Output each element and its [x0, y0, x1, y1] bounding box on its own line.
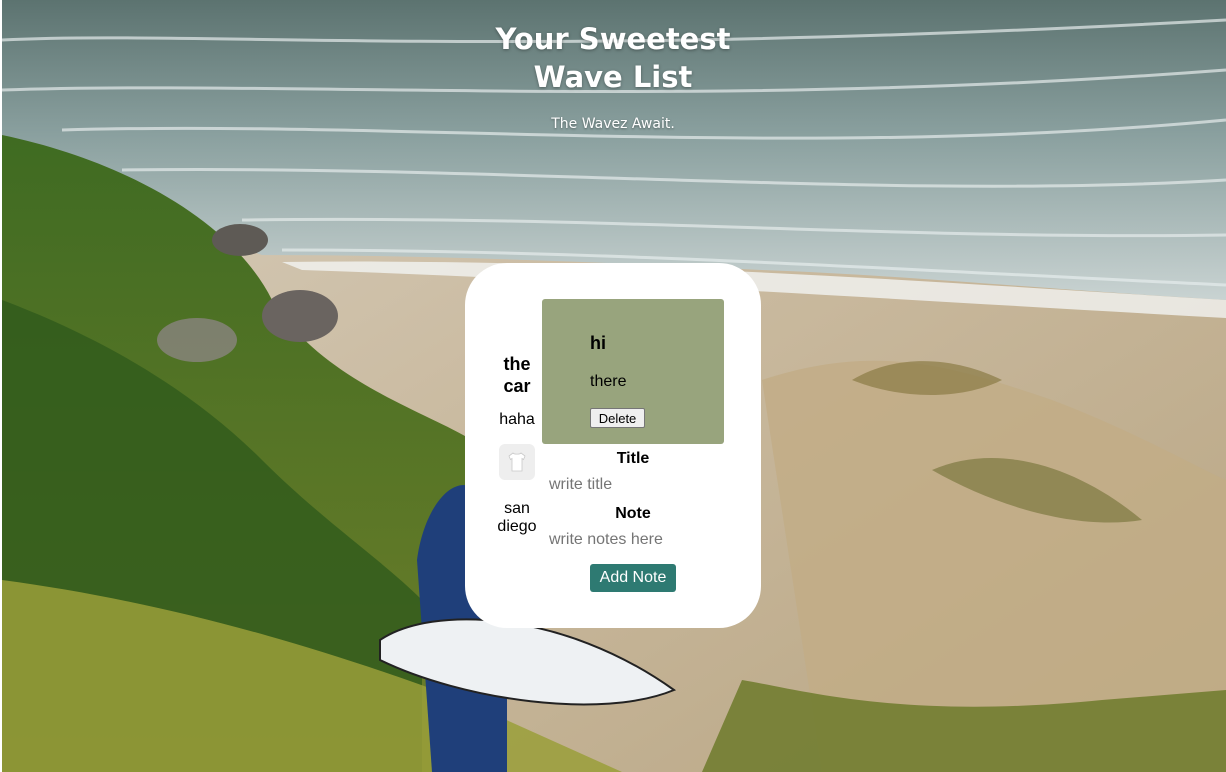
note-title: the car — [503, 354, 531, 396]
page-title-line-1: Your Sweetest — [495, 22, 731, 56]
note-item: hi there Delete — [542, 299, 724, 444]
notes-card: the car haha san diego hi there Delete T… — [465, 263, 761, 628]
add-note-button[interactable]: Add Note — [590, 564, 676, 592]
note-label: Note — [615, 505, 651, 522]
note-title: hi — [590, 333, 606, 353]
page-title: Your Sweetest Wave List — [0, 20, 1226, 96]
title-label: Title — [616, 450, 650, 467]
note-body: there — [590, 373, 627, 390]
title-input[interactable] — [545, 474, 723, 496]
note-item: the car haha san diego — [489, 353, 545, 536]
page-subtitle: The Wavez Await. — [551, 116, 675, 132]
note-location: san diego — [497, 500, 537, 535]
page-title-line-2: Wave List — [533, 60, 693, 94]
note-input[interactable] — [545, 529, 723, 551]
note-body: haha — [499, 411, 535, 428]
delete-button[interactable]: Delete — [590, 408, 645, 428]
tshirt-icon — [499, 444, 535, 480]
